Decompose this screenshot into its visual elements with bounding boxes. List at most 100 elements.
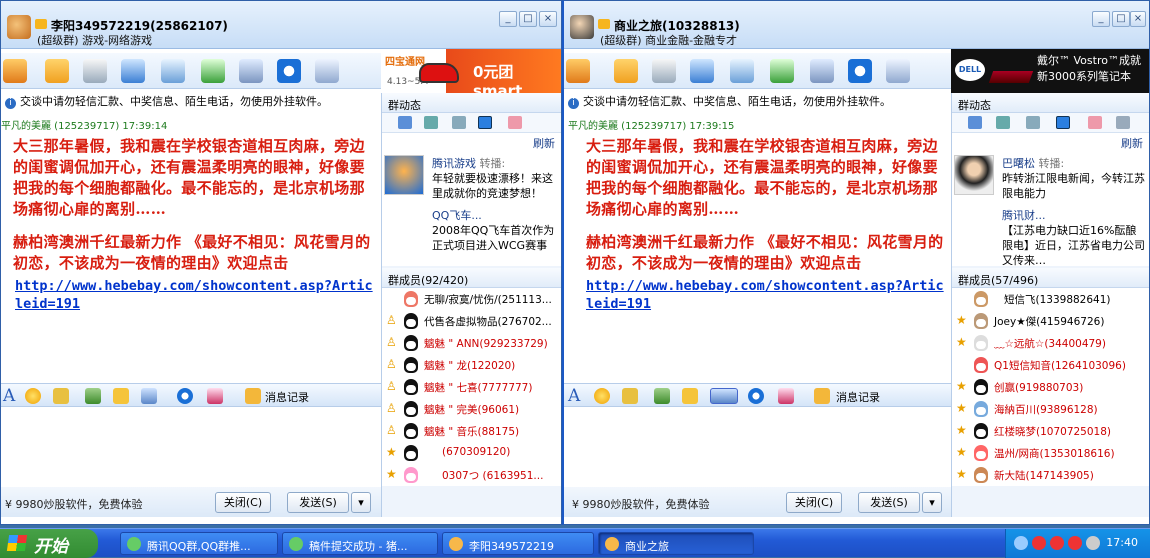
taskbar-item-active[interactable]: 商业之旅 xyxy=(598,532,754,555)
font-icon[interactable]: A xyxy=(568,388,584,405)
taskbar-item[interactable]: 李阳349572219 xyxy=(442,532,594,555)
member-row[interactable]: 短信飞(1339882641) xyxy=(952,288,1149,310)
screenshot-icon[interactable] xyxy=(141,388,157,404)
close-button[interactable]: 关闭(C) xyxy=(786,492,842,513)
member-row[interactable]: ★ 0307つ (6163951... xyxy=(382,464,561,486)
history-icon[interactable] xyxy=(245,388,261,404)
qq-icon[interactable] xyxy=(1068,536,1082,550)
settings-icon[interactable] xyxy=(1116,116,1130,129)
notes-icon[interactable] xyxy=(652,59,676,83)
refresh-link[interactable]: 刷新 xyxy=(952,133,1149,153)
music-icon[interactable] xyxy=(778,388,794,404)
add-app-icon[interactable] xyxy=(201,59,225,83)
maximize-button[interactable]: □ xyxy=(519,11,537,27)
gear-icon[interactable] xyxy=(315,59,339,83)
soso-icon[interactable] xyxy=(748,388,764,404)
title-bar[interactable]: 李阳349572219(25862107) (超级群) 游戏-网络游戏 _ □ … xyxy=(1,1,561,49)
gear-icon[interactable] xyxy=(886,59,910,83)
member-row[interactable]: 无聊/寂寞/忧伤/(251113... xyxy=(382,288,561,310)
folder-icon[interactable] xyxy=(45,59,69,83)
member-row[interactable]: ♙ 代售各虚拟物品(276702... xyxy=(382,310,561,332)
album-icon[interactable] xyxy=(690,59,714,83)
member-row[interactable]: ★ Joey★傑(415946726) xyxy=(952,310,1149,332)
member-row[interactable]: ★ 新大陆(147143905) xyxy=(952,464,1149,486)
member-row[interactable]: ♙ 魑魅 " 音乐(88175) xyxy=(382,420,561,442)
home-icon[interactable] xyxy=(566,59,590,83)
chat-window-1[interactable]: 李阳349572219(25862107) (超级群) 游戏-网络游戏 _ □ … xyxy=(0,0,562,525)
member-row[interactable]: ★ ﹏☆远航☆(34400479) xyxy=(952,332,1149,354)
start-button[interactable]: 开始 xyxy=(0,529,98,558)
message-link[interactable]: http://www.hebebay.com/showcontent.asp?A… xyxy=(1,277,375,313)
member-row[interactable]: ★ (670309120) xyxy=(382,442,561,464)
soso-icon[interactable] xyxy=(277,59,301,83)
gift-icon[interactable] xyxy=(682,388,698,404)
qq-icon[interactable] xyxy=(1050,536,1064,550)
taskbar-item[interactable]: 腾讯QQ群,QQ群推... xyxy=(120,532,278,555)
speaker-icon[interactable] xyxy=(398,116,412,129)
send-button[interactable]: 发送(S) xyxy=(287,492,349,513)
member-list[interactable]: 无聊/寂寞/忧伤/(251113... ♙ 代售各虚拟物品(276702... ♙… xyxy=(382,288,561,486)
send-options-button[interactable]: ▾ xyxy=(351,492,371,513)
member-row[interactable]: ♙ 魑魅 " ANN(929233729) xyxy=(382,332,561,354)
weibo-icon[interactable] xyxy=(1056,116,1070,129)
member-row[interactable]: Q1短信知音(1264103096) xyxy=(952,354,1149,376)
member-row[interactable]: ★ 创赢(919880703) xyxy=(952,376,1149,398)
image-icon[interactable] xyxy=(424,116,438,129)
message-input[interactable] xyxy=(1,407,381,487)
message-link[interactable]: http://www.hebebay.com/showcontent.asp?A… xyxy=(564,277,946,313)
banner-ad[interactable]: DELL 戴尔™ Vostro™成就新3000系列笔记本 xyxy=(951,49,1149,93)
volume-icon[interactable] xyxy=(1086,536,1100,550)
close-button[interactable]: 关闭(C) xyxy=(215,492,271,513)
message-history-button[interactable]: 消息记录 xyxy=(836,389,880,405)
speaker-icon[interactable] xyxy=(968,116,982,129)
send-button[interactable]: 发送(S) xyxy=(858,492,920,513)
chat-area[interactable]: 平凡的美麗 (125239717) 17:39:15 大三那年暑假，我和震在学校… xyxy=(564,113,952,383)
member-row[interactable]: ★ 红楼晓梦(1070725018) xyxy=(952,420,1149,442)
note-icon[interactable] xyxy=(1088,116,1102,129)
member-row[interactable]: ♙ 魑魅 " 七喜(7777777) xyxy=(382,376,561,398)
minimize-button[interactable]: _ xyxy=(499,11,517,27)
list-icon[interactable] xyxy=(1026,116,1040,129)
list-icon[interactable] xyxy=(452,116,466,129)
font-icon[interactable]: A xyxy=(3,388,19,405)
message-input[interactable] xyxy=(564,407,952,487)
feed-name[interactable]: 腾讯游戏 转播: xyxy=(432,155,557,171)
footer-ad[interactable]: ¥ 9980炒股软件，免费体验 xyxy=(572,496,710,512)
footer-ad[interactable]: ¥ 9980炒股软件，免费体验 xyxy=(5,496,143,512)
picture-icon[interactable] xyxy=(654,388,670,404)
member-row[interactable]: ★ 温州/网商(1353018616) xyxy=(952,442,1149,464)
maximize-button[interactable]: □ xyxy=(1112,11,1130,27)
emoji-icon[interactable] xyxy=(594,388,610,404)
feed-name[interactable]: 巴曙松 转播: xyxy=(1002,155,1145,171)
note-icon[interactable] xyxy=(508,116,522,129)
home-icon[interactable] xyxy=(3,59,27,83)
games-icon[interactable] xyxy=(161,59,185,83)
gift-icon[interactable] xyxy=(113,388,129,404)
screenshot-icon[interactable] xyxy=(710,388,738,404)
folder-icon[interactable] xyxy=(614,59,638,83)
send-options-button[interactable]: ▾ xyxy=(922,492,942,513)
title-bar[interactable]: 商业之旅(10328813) (超级群) 商业金融-金融专才 _ □ × xyxy=(564,1,1149,49)
album-icon[interactable] xyxy=(121,59,145,83)
qq-icon[interactable] xyxy=(1032,536,1046,550)
feed-name[interactable]: QQ飞车... xyxy=(432,207,557,223)
close-window-button[interactable]: × xyxy=(1130,11,1146,27)
message-history-button[interactable]: 消息记录 xyxy=(265,389,309,405)
picture-icon[interactable] xyxy=(85,388,101,404)
notes-icon[interactable] xyxy=(83,59,107,83)
games-icon[interactable] xyxy=(730,59,754,83)
member-list[interactable]: 短信飞(1339882641) ★ Joey★傑(415946726) ★ ﹏☆远航… xyxy=(952,288,1149,486)
minimize-button[interactable]: _ xyxy=(1092,11,1110,27)
chat-area[interactable]: 平凡的美麗 (125239717) 17:39:14 大三那年暑假，我和震在学校… xyxy=(1,113,381,383)
wink-icon[interactable] xyxy=(53,388,69,404)
settings-tools-icon[interactable] xyxy=(239,59,263,83)
refresh-link[interactable]: 刷新 xyxy=(382,133,561,153)
chat-window-2[interactable]: 商业之旅(10328813) (超级群) 商业金融-金融专才 _ □ × DEL… xyxy=(562,0,1150,525)
taskbar-item[interactable]: 稿件提交成功 - 猪... xyxy=(282,532,438,555)
add-app-icon[interactable] xyxy=(770,59,794,83)
member-row[interactable]: ♙ 魑魅 " 完美(96061) xyxy=(382,398,561,420)
weibo-icon[interactable] xyxy=(478,116,492,129)
music-icon[interactable] xyxy=(207,388,223,404)
wink-icon[interactable] xyxy=(622,388,638,404)
member-row[interactable]: ★ 海納百川(93896128) xyxy=(952,398,1149,420)
